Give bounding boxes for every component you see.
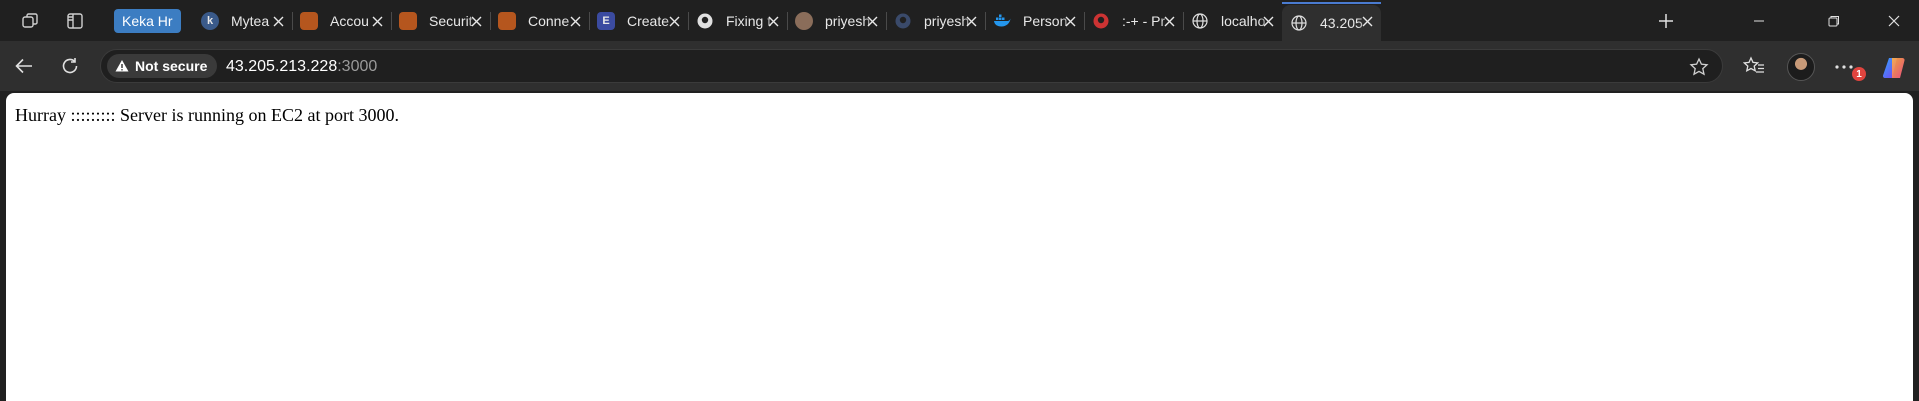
active-tab-indicator: [1282, 2, 1381, 4]
tab-close-icon[interactable]: [765, 13, 781, 29]
browser-tab[interactable]: Person: [985, 5, 1085, 37]
github-icon: [894, 12, 912, 30]
toolbar: Not secure 43.205.213.228:3000: [0, 41, 1919, 91]
browser-tab[interactable]: priyesh: [886, 5, 986, 37]
tab-close-icon[interactable]: [369, 13, 385, 29]
profile-avatar[interactable]: [1787, 53, 1815, 81]
aws-cube-icon: [300, 12, 318, 30]
minimize-icon[interactable]: [1736, 8, 1782, 34]
browser-tab[interactable]: Securit: [391, 5, 491, 37]
aws-ec2-icon: [399, 12, 417, 30]
tab-close-icon[interactable]: [270, 13, 286, 29]
workspaces-icon[interactable]: [16, 8, 44, 34]
url-host: 43.205.213.228: [226, 58, 338, 75]
browser-tab[interactable]: Fixing t: [688, 5, 788, 37]
browser-tab[interactable]: 43.205: [1282, 2, 1381, 41]
tab-close-icon[interactable]: [468, 13, 484, 29]
address-bar[interactable]: Not secure 43.205.213.228:3000: [100, 49, 1723, 83]
profile-photo-icon: [795, 12, 813, 30]
tab-close-icon[interactable]: [864, 13, 880, 29]
favorite-star-icon[interactable]: [1688, 56, 1710, 78]
browser-tab[interactable]: priyesh: [787, 5, 887, 37]
tab-close-icon[interactable]: [963, 13, 979, 29]
not-secure-indicator[interactable]: Not secure: [107, 54, 218, 78]
tab-close-icon[interactable]: [567, 13, 583, 29]
url-port: :3000: [337, 58, 378, 75]
keka-k-icon: k: [201, 12, 219, 30]
browser-tab[interactable]: localho: [1183, 5, 1283, 37]
browser-tab[interactable]: :-+ - Pr: [1084, 5, 1184, 37]
tab-close-icon[interactable]: [1359, 13, 1375, 29]
github-error-icon: [1092, 12, 1110, 30]
browser-tab[interactable]: k Mytea: [193, 5, 293, 37]
new-tab-button[interactable]: [1652, 8, 1680, 34]
globe-icon: [1191, 12, 1209, 30]
copilot-icon[interactable]: [1880, 54, 1908, 82]
vertical-tabs-icon[interactable]: [61, 8, 89, 34]
doc-icon: E: [597, 12, 615, 30]
tab-close-icon[interactable]: [1260, 13, 1276, 29]
github-icon: [696, 12, 714, 30]
tab-group-chip[interactable]: Keka Hr: [114, 9, 181, 33]
tab-close-icon[interactable]: [666, 13, 682, 29]
browser-tab[interactable]: Conne: [490, 5, 590, 37]
docker-icon: [993, 12, 1011, 30]
security-label: Not secure: [135, 58, 208, 74]
url-text[interactable]: 43.205.213.228:3000: [226, 58, 377, 76]
close-window-icon[interactable]: [1871, 8, 1917, 34]
favorites-icon[interactable]: [1739, 52, 1769, 80]
refresh-icon[interactable]: [55, 52, 85, 80]
notification-badge: 1: [1852, 67, 1866, 81]
tab-close-icon[interactable]: [1062, 13, 1078, 29]
browser-tab[interactable]: Accou: [292, 5, 392, 37]
tab-close-icon[interactable]: [1161, 13, 1177, 29]
warning-icon: [115, 60, 129, 72]
page-body-text: Hurray ::::::::: Server is running on EC…: [15, 105, 399, 125]
page-viewport: Hurray ::::::::: Server is running on EC…: [6, 93, 1913, 401]
browser-tab[interactable]: E Create: [589, 5, 689, 37]
tab-strip: Keka Hr k Mytea Accou Securit Conne E Create Fi…: [0, 0, 1919, 41]
globe-icon: [1290, 14, 1308, 32]
aws-ec2-icon: [498, 12, 516, 30]
back-icon[interactable]: [9, 52, 39, 80]
restore-icon[interactable]: [1811, 8, 1857, 34]
